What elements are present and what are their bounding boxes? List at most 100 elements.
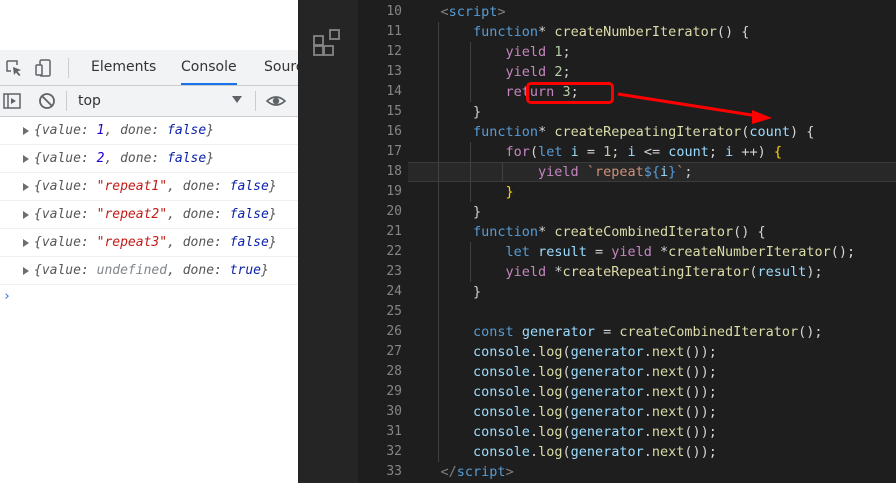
console-token: {value: bbox=[34, 151, 97, 166]
execution-context-select[interactable]: top bbox=[78, 92, 246, 110]
code-token: { bbox=[773, 144, 783, 160]
sidebar-toggle-icon[interactable] bbox=[2, 91, 22, 111]
code-line: } bbox=[408, 182, 896, 202]
code-line: const generator = createCombinedIterator… bbox=[408, 322, 896, 342]
line-number: 11 bbox=[386, 24, 402, 39]
console-token: } bbox=[206, 123, 215, 138]
console-prompt[interactable]: › bbox=[3, 289, 11, 304]
code-token: * bbox=[538, 124, 555, 140]
line-number: 28 bbox=[386, 364, 402, 379]
code-token: ; bbox=[562, 64, 571, 80]
console-log-row[interactable]: {value: 1, done: false} bbox=[0, 117, 298, 145]
code-token: . bbox=[643, 364, 652, 380]
expand-triangle-icon[interactable] bbox=[23, 127, 29, 135]
code-token: > bbox=[497, 4, 506, 20]
code-line: function* createCombinedIterator() { bbox=[408, 222, 896, 242]
line-number: 17 bbox=[386, 144, 402, 159]
console-token: , done: bbox=[167, 263, 230, 278]
console-token: {value: bbox=[34, 263, 97, 278]
code-area[interactable]: <script> function* createNumberIterator(… bbox=[408, 0, 896, 483]
code-line: } bbox=[408, 282, 896, 302]
console-token: "repeat2" bbox=[96, 207, 168, 222]
code-token: ( bbox=[562, 424, 571, 440]
code-line: console.log(generator.next()); bbox=[408, 382, 896, 402]
code-token: (); bbox=[798, 324, 823, 340]
code-token: = bbox=[578, 144, 604, 160]
console-token: "repeat3" bbox=[96, 235, 168, 250]
line-number: 24 bbox=[386, 284, 402, 299]
extensions-icon[interactable] bbox=[312, 27, 342, 57]
code-token: ; bbox=[562, 44, 571, 60]
code-token: function bbox=[473, 24, 539, 40]
line-number: 22 bbox=[386, 244, 402, 259]
code-token: () { bbox=[733, 224, 766, 240]
line-number: 19 bbox=[386, 184, 402, 199]
devtools-top-blank bbox=[0, 0, 298, 50]
console-log-row[interactable]: {value: 2, done: false} bbox=[0, 145, 298, 173]
console-token: , done: bbox=[104, 123, 168, 138]
code-token: yield bbox=[505, 264, 547, 280]
tab-console[interactable]: Console bbox=[181, 50, 237, 85]
code-line: yield 1; bbox=[408, 42, 896, 62]
code-token: console bbox=[473, 424, 530, 440]
console-token: } bbox=[268, 207, 277, 222]
device-toolbar-icon[interactable] bbox=[34, 58, 54, 78]
code-token: createNumberIterator bbox=[554, 24, 717, 40]
code-token: . bbox=[529, 364, 539, 380]
inspect-element-icon[interactable] bbox=[4, 58, 24, 78]
console-token: , done: bbox=[167, 207, 230, 222]
line-number: 15 bbox=[386, 104, 402, 119]
console-log-row[interactable]: {value: "repeat2", done: false} bbox=[0, 201, 298, 229]
code-token: = bbox=[586, 244, 612, 260]
code-token: ()); bbox=[684, 384, 717, 400]
code-token: let bbox=[505, 244, 530, 260]
console-token: true bbox=[229, 263, 262, 278]
code-token: ( bbox=[562, 364, 571, 380]
code-token: ()); bbox=[684, 424, 717, 440]
expand-triangle-icon[interactable] bbox=[23, 239, 29, 247]
console-log-row[interactable]: {value: undefined, done: true} bbox=[0, 257, 298, 285]
tab-elements[interactable]: Elements bbox=[91, 50, 156, 85]
code-token: console bbox=[473, 384, 530, 400]
code-token: ${ bbox=[643, 164, 660, 180]
code-token: yield bbox=[538, 164, 579, 180]
annotation-highlight-box bbox=[526, 82, 614, 104]
console-log-text: {value: 1, done: false} bbox=[34, 117, 214, 144]
line-number: 31 bbox=[386, 424, 402, 439]
execution-context-value: top bbox=[78, 93, 101, 109]
code-token: ( bbox=[562, 444, 571, 460]
expand-triangle-icon[interactable] bbox=[23, 267, 29, 275]
eye-icon[interactable] bbox=[266, 91, 286, 111]
expand-triangle-icon[interactable] bbox=[23, 211, 29, 219]
code-token: generator bbox=[570, 404, 644, 420]
code-token: yield bbox=[505, 44, 547, 60]
expand-triangle-icon[interactable] bbox=[23, 155, 29, 163]
code-token: ( bbox=[562, 404, 571, 420]
code-token: i bbox=[660, 164, 669, 180]
expand-triangle-icon[interactable] bbox=[23, 183, 29, 191]
clear-console-icon[interactable] bbox=[37, 91, 57, 111]
line-number: 23 bbox=[386, 264, 402, 279]
code-token: ) { bbox=[790, 124, 815, 140]
code-token: (); bbox=[830, 244, 856, 260]
code-token: generator bbox=[570, 364, 644, 380]
console-log-row[interactable]: {value: "repeat3", done: false} bbox=[0, 229, 298, 257]
indent-guide bbox=[470, 142, 471, 202]
line-number: 16 bbox=[386, 124, 402, 139]
code-token: . bbox=[643, 384, 652, 400]
code-line: console.log(generator.next()); bbox=[408, 422, 896, 442]
code-token: < bbox=[440, 4, 449, 20]
code-token: generator bbox=[570, 384, 644, 400]
console-log-row[interactable]: {value: "repeat1", done: false} bbox=[0, 173, 298, 201]
console-log-text: {value: "repeat1", done: false} bbox=[34, 173, 277, 200]
tab-sourc[interactable]: Sourc bbox=[264, 50, 298, 85]
